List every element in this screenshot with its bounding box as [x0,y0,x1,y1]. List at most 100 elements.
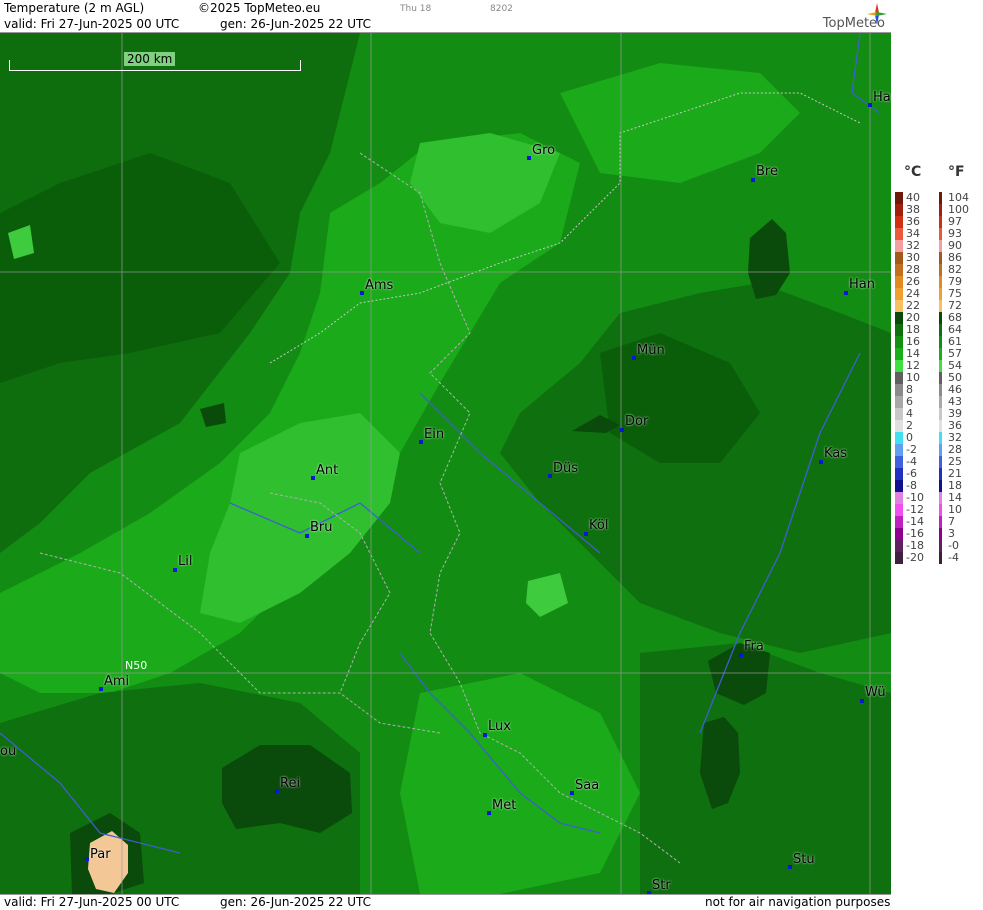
legend-swatch-f [939,348,942,360]
city-label[interactable]: Düs [553,461,578,476]
legend-swatch-c [895,384,903,396]
city-label[interactable]: Lux [488,719,511,734]
city-label[interactable]: Köl [589,518,608,533]
city-label[interactable]: Gro [532,143,555,158]
city-label[interactable]: Bre [756,164,778,179]
product-title: Temperature (2 m AGL) [4,1,145,15]
legend-swatch-c [895,264,903,276]
fahrenheit-header: °F [948,164,965,180]
legend-swatch-f [939,312,942,324]
legend-swatch-f [939,216,942,228]
legend-swatch-c [895,456,903,468]
city-dot [275,789,279,793]
city-label[interactable]: Met [492,798,516,813]
legend-swatch-c [895,288,903,300]
topmeteo-logo: TopMeteo [797,3,889,31]
legend-swatch-f [939,228,942,240]
legend-swatch-c [895,204,903,216]
legend-swatch-f [939,552,942,564]
legend-swatch-c [895,444,903,456]
city-label[interactable]: Rei [280,776,300,791]
city-dot [487,811,491,815]
city-label[interactable]: Wü [865,685,886,700]
city-label[interactable]: Stu [793,852,815,867]
legend-swatch-f [939,300,942,312]
legend-swatch-f [939,444,942,456]
city-label[interactable]: Par [90,847,111,862]
latitude-label: N50 [125,659,148,672]
legend-swatch-f [939,504,942,516]
city-label[interactable]: Fra [744,639,764,654]
legend-swatch-f [939,252,942,264]
city-label[interactable]: Bru [310,520,333,535]
legend-swatch-c [895,324,903,336]
city-dot [819,460,823,464]
legend-fahrenheit-value: -4 [948,551,959,564]
city-dot [739,653,743,657]
header-bar: Temperature (2 m AGL) ©2025 TopMeteo.eu … [0,0,891,33]
legend-swatch-f [939,192,942,204]
legend-swatch-c [895,432,903,444]
legend-swatch-f [939,468,942,480]
city-dot [868,103,872,107]
city-dot [173,568,177,572]
city-label[interactable]: Ams [365,278,393,293]
legend-swatch-c [895,420,903,432]
city-label[interactable]: Ha [873,90,891,105]
legend-swatch-f [939,384,942,396]
temperature-map[interactable]: 200 km N50 Gro Bre Ha Ams Han Mün Ein Do… [0,33,891,894]
city-label[interactable]: Han [849,277,875,292]
legend-swatch-c [895,480,903,492]
city-label[interactable]: Dor [625,414,648,429]
legend-swatch-c [895,492,903,504]
legend-swatch-c [895,552,903,564]
city-dot [548,474,552,478]
city-dot [570,791,574,795]
city-dot [860,699,864,703]
legend-swatch-c [895,276,903,288]
footer-generated-time: gen: 26-Jun-2025 22 UTC [220,895,372,909]
city-label[interactable]: Mün [637,343,665,358]
city-label[interactable]: Lil [178,554,192,569]
legend-swatch-c [895,228,903,240]
city-dot [305,534,309,538]
disclaimer-text: not for air navigation purposes [705,895,891,909]
legend-swatch-f [939,420,942,432]
scale-label: 200 km [124,52,176,66]
city-dot [99,687,103,691]
city-label[interactable]: Saa [575,778,599,793]
code-label: 8202 [490,4,513,14]
legend-swatch-f [939,324,942,336]
temperature-field [0,33,891,894]
legend-swatch-c [895,348,903,360]
legend-swatch-c [895,360,903,372]
legend-swatch-f [939,396,942,408]
legend-swatch-c [895,216,903,228]
legend-celsius-value: -20 [906,551,924,564]
legend-swatch-c [895,504,903,516]
legend-swatch-f [939,516,942,528]
city-label[interactable]: Ein [424,427,444,442]
city-label[interactable]: Kas [824,446,847,461]
footer-bar: valid: Fri 27-Jun-2025 00 UTC gen: 26-Ju… [0,894,891,910]
city-dot [527,156,531,160]
city-dot [311,476,315,480]
temperature-legend: °C °F 40 104 38 100 36 97 34 93 32 90 30 86 28 82 26 79… [892,160,983,570]
legend-swatch-f [939,360,942,372]
city-dot [632,356,636,360]
legend-swatch-c [895,540,903,552]
legend-swatch-f [939,540,942,552]
day-label: Thu 18 [400,4,432,14]
valid-time: valid: Fri 27-Jun-2025 00 UTC [4,17,180,31]
legend-swatch-f [939,456,942,468]
legend-swatch-c [895,252,903,264]
city-label[interactable]: Ant [316,463,338,478]
legend-swatch-c [895,516,903,528]
city-label[interactable]: ou [0,744,16,759]
legend-swatch-f [939,288,942,300]
legend-swatch-f [939,372,942,384]
legend-swatch-c [895,312,903,324]
city-dot [788,865,792,869]
city-label[interactable]: Ami [104,674,129,689]
city-label[interactable]: Str [652,878,671,893]
